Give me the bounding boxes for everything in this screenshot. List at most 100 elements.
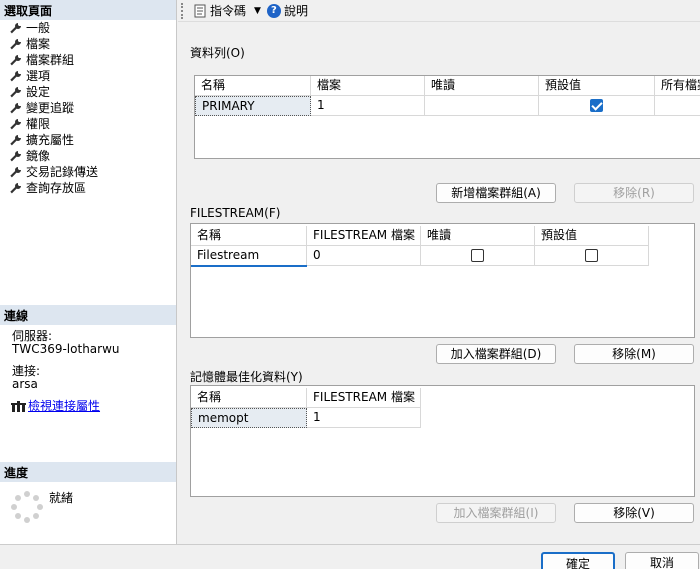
col-name[interactable]: 名稱: [191, 388, 307, 408]
rows-grid-header: 名稱 檔案 唯讀 預設值 所有檔案: [195, 76, 700, 96]
sidebar-item-2[interactable]: 檔案群組: [8, 52, 98, 68]
rows-section-title: 資料列(O): [190, 46, 245, 60]
col-filestream-files[interactable]: FILESTREAM 檔案: [307, 388, 421, 408]
help-label: 說明: [283, 4, 308, 18]
col-all-files[interactable]: 所有檔案: [655, 76, 700, 96]
row-default-cell[interactable]: [539, 96, 655, 116]
row-files-cell[interactable]: 1: [311, 96, 425, 116]
add-filestream-filegroup-button[interactable]: 加入檔案群組(D): [436, 344, 556, 364]
sidebar-item-label: 鏡像: [26, 149, 51, 163]
sidebar-item-label: 選項: [26, 69, 51, 83]
row-name-cell[interactable]: memopt: [191, 408, 307, 428]
default-checkbox[interactable]: [590, 99, 603, 112]
row-files-cell[interactable]: 0: [307, 246, 421, 266]
sidebar-item-10[interactable]: 查詢存放區: [8, 180, 98, 196]
memopt-section-title: 記憶體最佳化資料(Y): [190, 370, 303, 384]
wrench-icon: [8, 165, 22, 179]
add-filegroup-button[interactable]: 新增檔案群組(A): [436, 183, 556, 203]
col-name[interactable]: 名稱: [191, 226, 307, 246]
connection-plug-icon: [11, 400, 26, 412]
sidebar-item-8[interactable]: 鏡像: [8, 148, 98, 164]
script-icon: [194, 4, 206, 17]
remove-memopt-filegroup-button[interactable]: 移除(V): [574, 503, 694, 523]
connection-info: 伺服器: TWC369-lotharwu 連接: arsa: [12, 330, 120, 391]
col-files[interactable]: 檔案: [311, 76, 425, 96]
page-list: 一般檔案檔案群組選項設定變更追蹤權限擴充屬性鏡像交易記錄傳送 查詢存放區: [8, 20, 98, 196]
filestream-grid[interactable]: 名稱 FILESTREAM 檔案 唯讀 預設值 Filestream 0: [190, 223, 695, 338]
memopt-grid-header: 名稱 FILESTREAM 檔案: [191, 388, 421, 408]
progress-spinner-icon: [11, 491, 43, 523]
sidebar-item-4[interactable]: 設定: [8, 84, 98, 100]
sidebar-item-5[interactable]: 變更追蹤: [8, 100, 98, 116]
help-icon: ?: [266, 3, 281, 18]
col-readonly[interactable]: 唯讀: [421, 226, 535, 246]
remove-filegroup-button[interactable]: 移除(R): [574, 183, 694, 203]
wrench-icon: [8, 53, 22, 67]
toolbar-grip: [181, 2, 187, 19]
connection-value: arsa: [12, 377, 38, 391]
view-connection-properties-link[interactable]: 檢視連接屬性: [28, 397, 100, 414]
remove-filestream-filegroup-button[interactable]: 移除(M): [574, 344, 694, 364]
toolbar: 指令碼 ▼ ? 說明: [178, 0, 700, 22]
col-default[interactable]: 預設值: [539, 76, 655, 96]
filestream-grid-header: 名稱 FILESTREAM 檔案 唯讀 預設值: [191, 226, 649, 246]
script-dropdown-icon[interactable]: ▼: [254, 6, 261, 16]
active-cell-indicator: [191, 265, 307, 267]
select-page-heading: 選取頁面: [0, 0, 176, 20]
dialog-footer: 確定 取消: [0, 544, 700, 569]
progress-heading: 進度: [0, 462, 176, 482]
wrench-icon: [8, 181, 22, 195]
sidebar-item-label: 交易記錄傳送: [26, 165, 99, 179]
progress-status: 就緒: [49, 491, 74, 505]
sidebar-item-label: 擴充屬性: [26, 133, 75, 147]
wrench-icon: [8, 149, 22, 163]
sidebar-item-9[interactable]: 交易記錄傳送: [8, 164, 98, 180]
row-name-cell[interactable]: PRIMARY: [195, 96, 311, 116]
database-properties-dialog: 選取頁面 一般 檔案 檔案群組 選項 設定 變更追蹤 權限 擴充屬性 鏡像 交易記錄傳送 查詢存放區…: [0, 0, 700, 569]
script-button[interactable]: 指令碼 ▼: [193, 2, 261, 19]
sidebar-item-6[interactable]: 權限: [8, 116, 98, 132]
table-row[interactable]: memopt 1: [191, 408, 421, 428]
wrench-icon: [8, 101, 22, 115]
sidebar-item-label: 檔案群組: [26, 53, 75, 67]
row-readonly-cell[interactable]: [421, 246, 535, 266]
readonly-checkbox[interactable]: [471, 249, 484, 262]
cancel-button[interactable]: 取消: [625, 552, 699, 569]
sidebar-item-0[interactable]: 一般: [8, 20, 98, 36]
wrench-icon: [8, 117, 22, 131]
row-name-cell[interactable]: Filestream: [191, 246, 307, 266]
sidebar-item-7[interactable]: 擴充屬性: [8, 132, 98, 148]
connection-heading: 連線: [0, 305, 176, 325]
col-readonly[interactable]: 唯讀: [425, 76, 539, 96]
wrench-icon: [8, 133, 22, 147]
table-row[interactable]: Filestream 0: [191, 246, 649, 266]
col-name[interactable]: 名稱: [195, 76, 311, 96]
server-value: TWC369-lotharwu: [12, 342, 120, 356]
sidebar-item-label: 權限: [26, 117, 51, 131]
wrench-icon: [8, 21, 22, 35]
col-filestream-files[interactable]: FILESTREAM 檔案: [307, 226, 421, 246]
add-memopt-filegroup-button[interactable]: 加入檔案群組(I): [436, 503, 556, 523]
rows-grid[interactable]: 名稱 檔案 唯讀 預設值 所有檔案 PRIMARY 1: [194, 75, 700, 159]
sidebar-item-label: 變更追蹤: [26, 101, 75, 115]
sidebar-item-label: 檔案: [26, 37, 51, 51]
col-default[interactable]: 預設值: [535, 226, 649, 246]
table-row[interactable]: PRIMARY 1: [195, 96, 700, 116]
wrench-icon: [8, 69, 22, 83]
row-all-files-cell[interactable]: [655, 96, 700, 116]
ok-button[interactable]: 確定: [541, 552, 615, 569]
sidebar-item-label: 一般: [26, 21, 51, 35]
memopt-grid[interactable]: 名稱 FILESTREAM 檔案 memopt 1: [190, 385, 695, 497]
help-button[interactable]: ? 說明: [266, 2, 308, 19]
sidebar-item-1[interactable]: 檔案: [8, 36, 98, 52]
sidebar-item-label: 查詢存放區: [26, 181, 87, 195]
view-connection-properties[interactable]: 檢視連接屬性: [10, 397, 100, 414]
sidebar-item-label: 設定: [26, 85, 51, 99]
row-files-cell[interactable]: 1: [307, 408, 421, 428]
sidebar-item-3[interactable]: 選項: [8, 68, 98, 84]
left-pane: 選取頁面 一般檔案檔案群組選項設定變更追蹤權限擴充屬性鏡像交易記錄傳送 查詢存放區…: [0, 0, 177, 544]
row-readonly-cell[interactable]: [425, 96, 539, 116]
default-checkbox[interactable]: [585, 249, 598, 262]
wrench-icon: [8, 37, 22, 51]
row-default-cell[interactable]: [535, 246, 649, 266]
